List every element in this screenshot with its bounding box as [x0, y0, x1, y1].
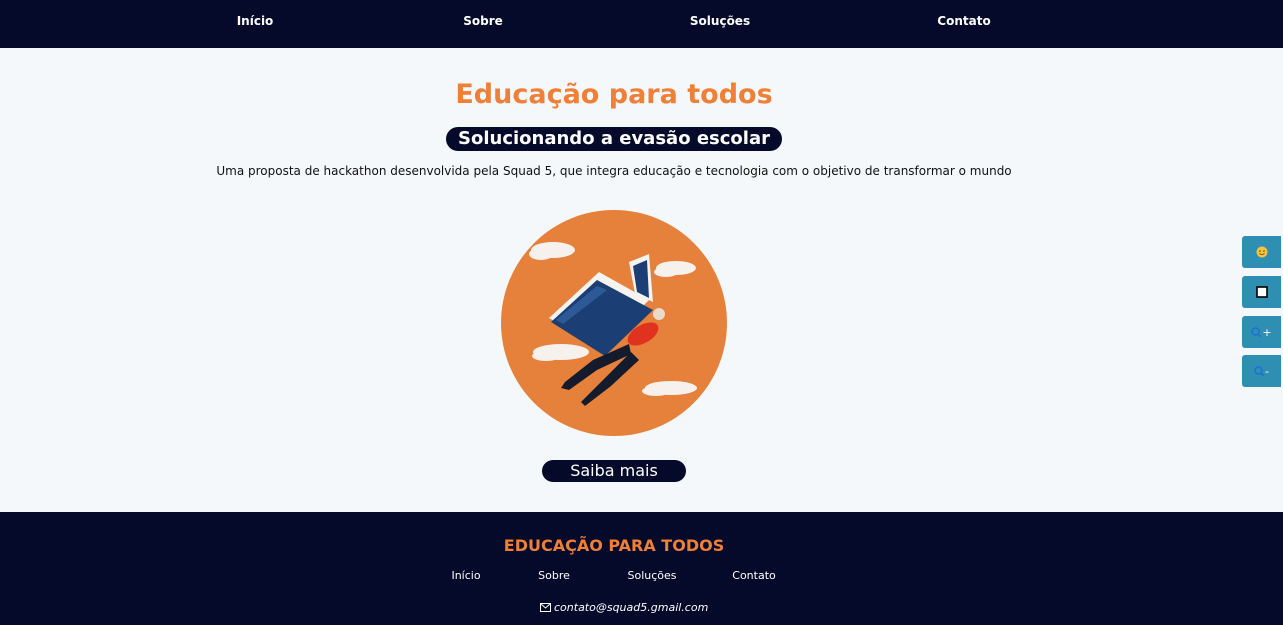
footer-link-solucoes[interactable]: Soluções — [627, 569, 676, 582]
contrast-toggle-button[interactable] — [1242, 276, 1281, 308]
footer-email[interactable]: contato@squad5.gmail.com — [540, 601, 708, 614]
flying-book-illustration — [501, 210, 727, 436]
contrast-square-icon — [1255, 286, 1268, 298]
saiba-mais-button[interactable]: Saiba mais — [542, 460, 686, 482]
hero-description: Uma proposta de hackathon desenvolvida p… — [216, 164, 1012, 178]
emoji-button[interactable] — [1242, 236, 1281, 268]
footer-email-text: contato@squad5.gmail.com — [554, 601, 709, 614]
footer-link-contato[interactable]: Contato — [732, 569, 775, 582]
nav-link-contato[interactable]: Contato — [937, 14, 990, 28]
nav-link-inicio[interactable]: Início — [237, 14, 274, 28]
top-navbar: Início Sobre Soluções Contato — [0, 0, 1283, 48]
footer-link-sobre[interactable]: Sobre — [538, 569, 570, 582]
footer-link-inicio[interactable]: Início — [451, 569, 480, 582]
footer-brand: EDUCAÇÃO PARA TODOS — [503, 536, 725, 555]
emoji-icon — [1256, 246, 1267, 258]
nav-link-solucoes[interactable]: Soluções — [690, 14, 750, 28]
zoom-in-label: + — [1262, 325, 1272, 339]
zoom-out-button[interactable]: - — [1242, 355, 1281, 387]
zoom-in-icon — [1251, 326, 1262, 338]
zoom-in-button[interactable]: + — [1242, 316, 1281, 348]
nav-link-sobre[interactable]: Sobre — [463, 14, 503, 28]
zoom-out-label: - — [1265, 364, 1269, 378]
hero-title: Educação para todos — [455, 79, 773, 110]
hero-subtitle-badge: Solucionando a evasão escolar — [446, 127, 782, 151]
zoom-out-icon — [1254, 365, 1265, 377]
envelope-icon — [540, 603, 551, 612]
footer: EDUCAÇÃO PARA TODOS Início Sobre Soluçõe… — [0, 512, 1283, 625]
